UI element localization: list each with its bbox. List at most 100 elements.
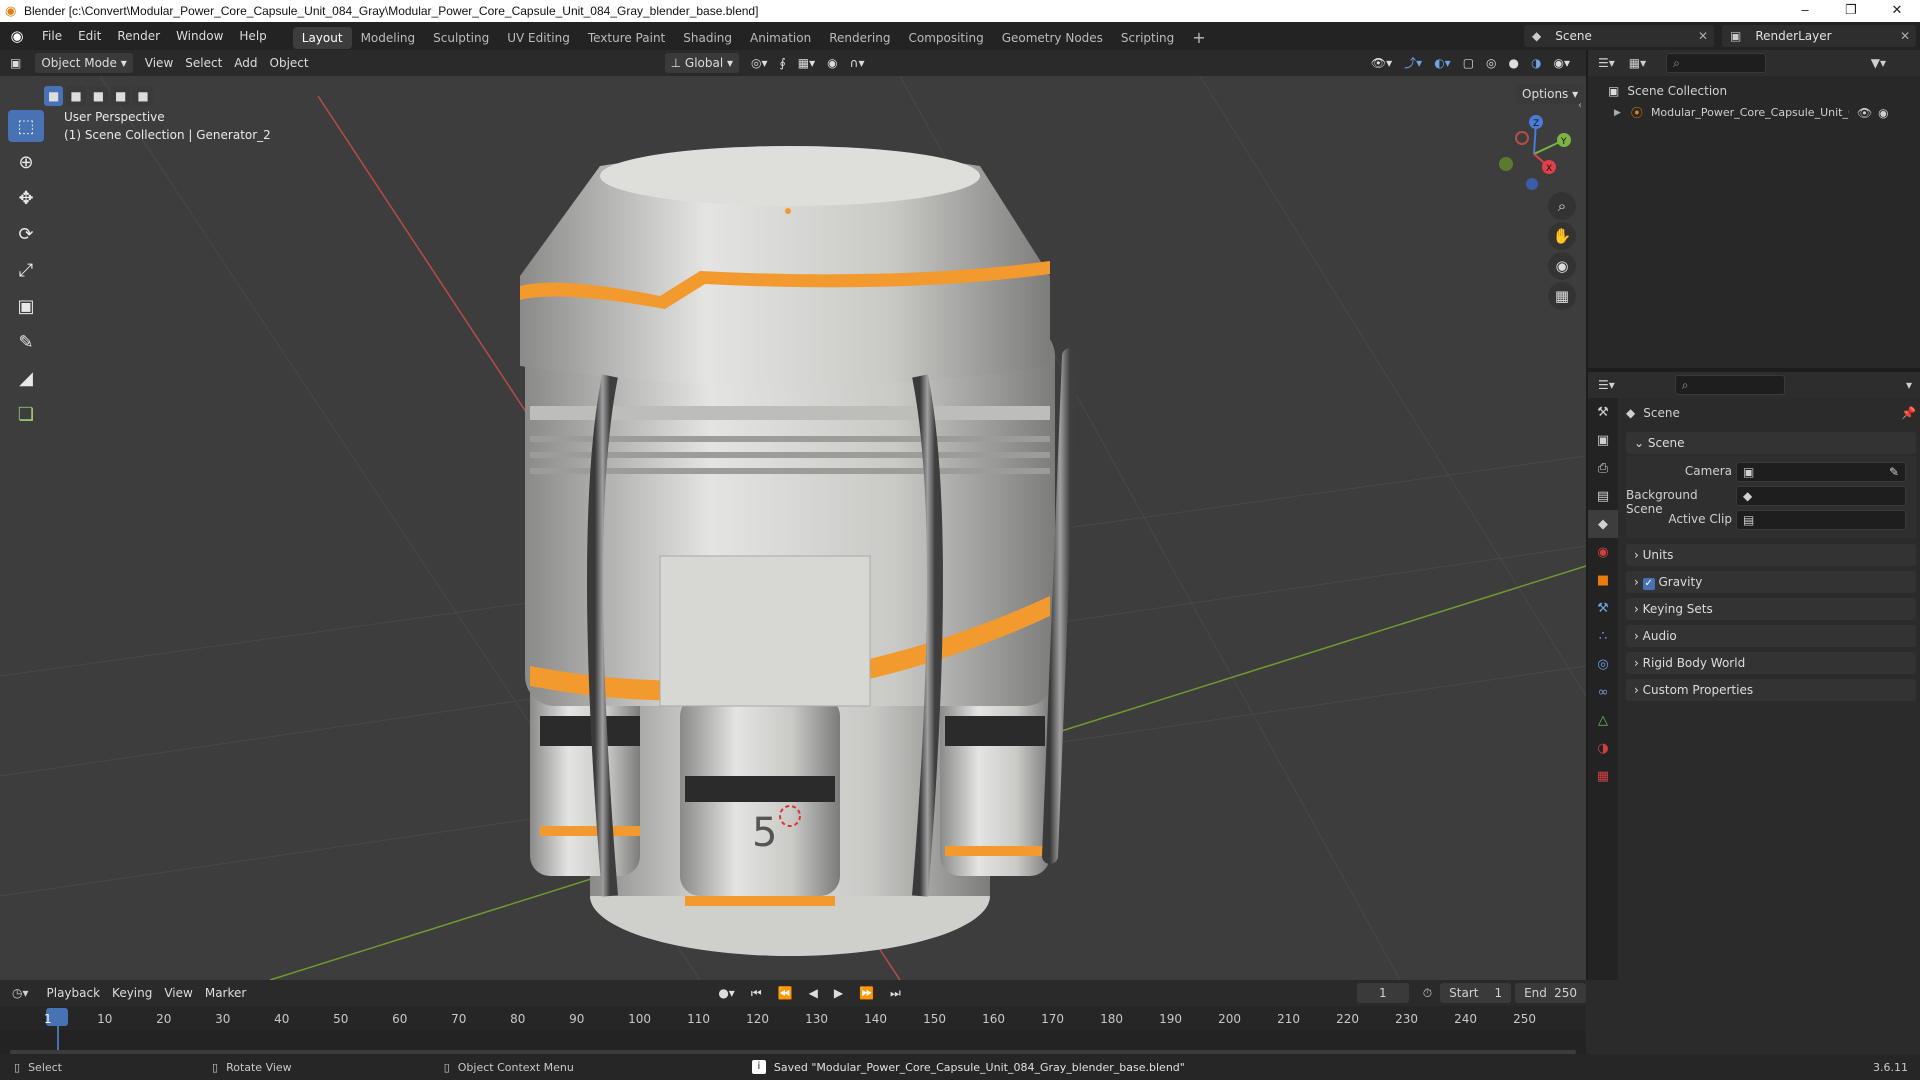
custom-properties-panel[interactable]: › Custom Properties	[1626, 679, 1916, 701]
select-box-tool-icon[interactable]: ⬚	[8, 110, 44, 142]
menu-file[interactable]: File	[34, 22, 70, 50]
3d-viewport[interactable]: 5 User Perspective (1) Scene Collection …	[0, 76, 1586, 980]
menu-select[interactable]: Select	[179, 53, 228, 73]
add-workspace-icon[interactable]: +	[1183, 27, 1214, 49]
modifier-tab-icon[interactable]: ⚒	[1588, 594, 1618, 622]
properties-options-icon[interactable]: ▾	[1906, 378, 1912, 392]
menu-window[interactable]: Window	[168, 22, 231, 50]
select-new-icon[interactable]: ■	[44, 86, 64, 106]
pan-hand-icon[interactable]: ✋	[1548, 222, 1576, 250]
data-tab-icon[interactable]: △	[1588, 706, 1618, 734]
menu-add[interactable]: Add	[228, 53, 263, 73]
gizmo-neg-z-icon[interactable]	[1526, 178, 1538, 190]
render-camera-icon[interactable]: ◉	[1878, 106, 1888, 120]
maximize-button[interactable]: ❐	[1828, 0, 1874, 22]
particles-tab-icon[interactable]: ∴	[1588, 622, 1618, 650]
camera-field[interactable]: ▣ ✎	[1736, 462, 1906, 482]
tab-scripting[interactable]: Scripting	[1112, 27, 1183, 49]
keying-menu[interactable]: Keying ▾	[106, 983, 158, 1020]
frame-ruler[interactable]: 1 10 20 30 40 50 60 70 80 90 100 110 120 130 140 150 160…	[0, 1006, 1586, 1030]
camera-view-icon[interactable]: ◉	[1548, 252, 1576, 280]
outliner-root[interactable]: ▣ Scene Collection	[1608, 84, 1727, 98]
display-mode-icon[interactable]: ▦▾	[1629, 56, 1646, 70]
scale-tool-icon[interactable]: ⤢	[8, 254, 44, 286]
blender-menu-icon[interactable]: ◉	[0, 27, 34, 45]
tab-uv-editing[interactable]: UV Editing	[498, 27, 579, 49]
pivot-icon[interactable]: ◎▾	[745, 53, 774, 73]
tool-tab-icon[interactable]: ⚒	[1588, 398, 1618, 426]
sidebar-toggle-icon[interactable]: ‹	[1578, 100, 1582, 111]
select-invert-icon[interactable]: ■	[111, 86, 131, 106]
texture-tab-icon[interactable]: ▦	[1588, 762, 1618, 790]
material-shading-icon[interactable]: ◑	[1525, 53, 1547, 73]
tab-geometry-nodes[interactable]: Geometry Nodes	[993, 27, 1112, 49]
proportional-edit-icon[interactable]: ◉	[821, 53, 843, 73]
menu-edit[interactable]: Edit	[70, 22, 109, 50]
pin-icon[interactable]: 📌	[1901, 406, 1916, 420]
tab-sculpting[interactable]: Sculpting	[424, 27, 498, 49]
select-intersect-icon[interactable]: ■	[133, 86, 153, 106]
stopwatch-icon[interactable]: ⏱	[1423, 986, 1432, 1001]
properties-editor-icon[interactable]: ☰▾	[1598, 378, 1615, 392]
perspective-toggle-icon[interactable]: ▦	[1548, 282, 1576, 310]
timeline-track[interactable]: 1 10 20 30 40 50 60 70 80 90 100 110 120 130 140 150 160…	[0, 1006, 1586, 1054]
solid-shading-icon[interactable]: ●	[1503, 53, 1525, 73]
power-core-model[interactable]: 5	[520, 146, 1078, 956]
end-frame-field[interactable]: End 250	[1515, 983, 1586, 1003]
world-tab-icon[interactable]: ◉	[1588, 538, 1618, 566]
menu-help[interactable]: Help	[231, 22, 274, 50]
record-icon[interactable]: ●▾	[712, 983, 741, 1003]
transform-tool-icon[interactable]: ▣	[8, 290, 44, 322]
tab-layout[interactable]: Layout	[292, 26, 352, 49]
transform-orientation-dropdown[interactable]: ⊥ Global ▾	[664, 53, 740, 73]
playback-menu[interactable]: Playback ▾	[41, 983, 107, 1020]
view-layer-tab-icon[interactable]: ▤	[1588, 482, 1618, 510]
tab-compositing[interactable]: Compositing	[899, 27, 992, 49]
units-panel[interactable]: › Units	[1626, 544, 1916, 566]
menu-render[interactable]: Render	[109, 22, 168, 50]
physics-tab-icon[interactable]: ◎	[1588, 650, 1618, 678]
close-button[interactable]: ✕	[1874, 0, 1920, 22]
object-mode-dropdown[interactable]: Object Mode ▾	[35, 53, 133, 73]
visibility-icon[interactable]: 👁▾	[1365, 53, 1398, 73]
background-scene-field[interactable]: ◆	[1736, 486, 1906, 506]
measure-tool-icon[interactable]: ◢	[8, 362, 44, 394]
menu-object[interactable]: Object	[264, 53, 315, 73]
snap-target-icon[interactable]: ▦▾	[792, 53, 821, 73]
renderlayer-selector[interactable]: ▣ RenderLayer ✕	[1722, 25, 1916, 47]
overlay-icon[interactable]: ◐▾	[1428, 53, 1457, 73]
material-tab-icon[interactable]: ◑	[1588, 734, 1618, 762]
marker-menu[interactable]: Marker	[199, 983, 252, 1003]
rotate-tool-icon[interactable]: ⟳	[8, 218, 44, 250]
menu-view[interactable]: View	[139, 53, 179, 73]
annotate-tool-icon[interactable]: ✎	[8, 326, 44, 358]
add-cube-tool-icon[interactable]: ❏	[8, 398, 44, 430]
rigid-body-world-panel[interactable]: › Rigid Body World	[1626, 652, 1916, 674]
editor-type-icon[interactable]: ▣	[10, 56, 21, 70]
constraints-tab-icon[interactable]: ∞	[1588, 678, 1618, 706]
render-tab-icon[interactable]: ▣	[1588, 426, 1618, 454]
tab-animation[interactable]: Animation	[741, 27, 820, 49]
close-scene-icon[interactable]: ✕	[1698, 29, 1708, 43]
start-frame-field[interactable]: Start 1	[1440, 983, 1512, 1003]
close-renderlayer-icon[interactable]: ✕	[1900, 29, 1910, 43]
next-keyframe-icon[interactable]: ⏩	[853, 983, 880, 1003]
jump-end-icon[interactable]: ⏭	[884, 983, 907, 1003]
snap-icon[interactable]: ∮	[774, 53, 792, 73]
current-frame-field[interactable]: 1	[1356, 983, 1409, 1003]
rendered-shading-icon[interactable]: ◉▾	[1548, 53, 1577, 73]
gravity-checkbox[interactable]: ✓	[1642, 578, 1655, 590]
tab-modeling[interactable]: Modeling	[352, 27, 425, 49]
object-tab-icon[interactable]: ■	[1588, 566, 1618, 594]
zoom-icon[interactable]: ⌕	[1548, 192, 1576, 220]
eyedropper-icon[interactable]: ✎	[1889, 465, 1899, 479]
gizmo-icon[interactable]: ⤴▾	[1398, 53, 1428, 73]
select-subtract-icon[interactable]: ■	[88, 86, 109, 106]
outliner-editor-icon[interactable]: ☰▾	[1598, 56, 1615, 70]
tab-texture-paint[interactable]: Texture Paint	[579, 27, 674, 49]
gizmo-neg-y-icon[interactable]	[1499, 157, 1513, 171]
outliner-search-input[interactable]: ⌕	[1666, 53, 1767, 73]
visibility-eye-icon[interactable]: 👁	[1857, 106, 1872, 120]
gravity-panel[interactable]: › ✓ Gravity	[1626, 571, 1916, 593]
tab-shading[interactable]: Shading	[674, 27, 741, 49]
